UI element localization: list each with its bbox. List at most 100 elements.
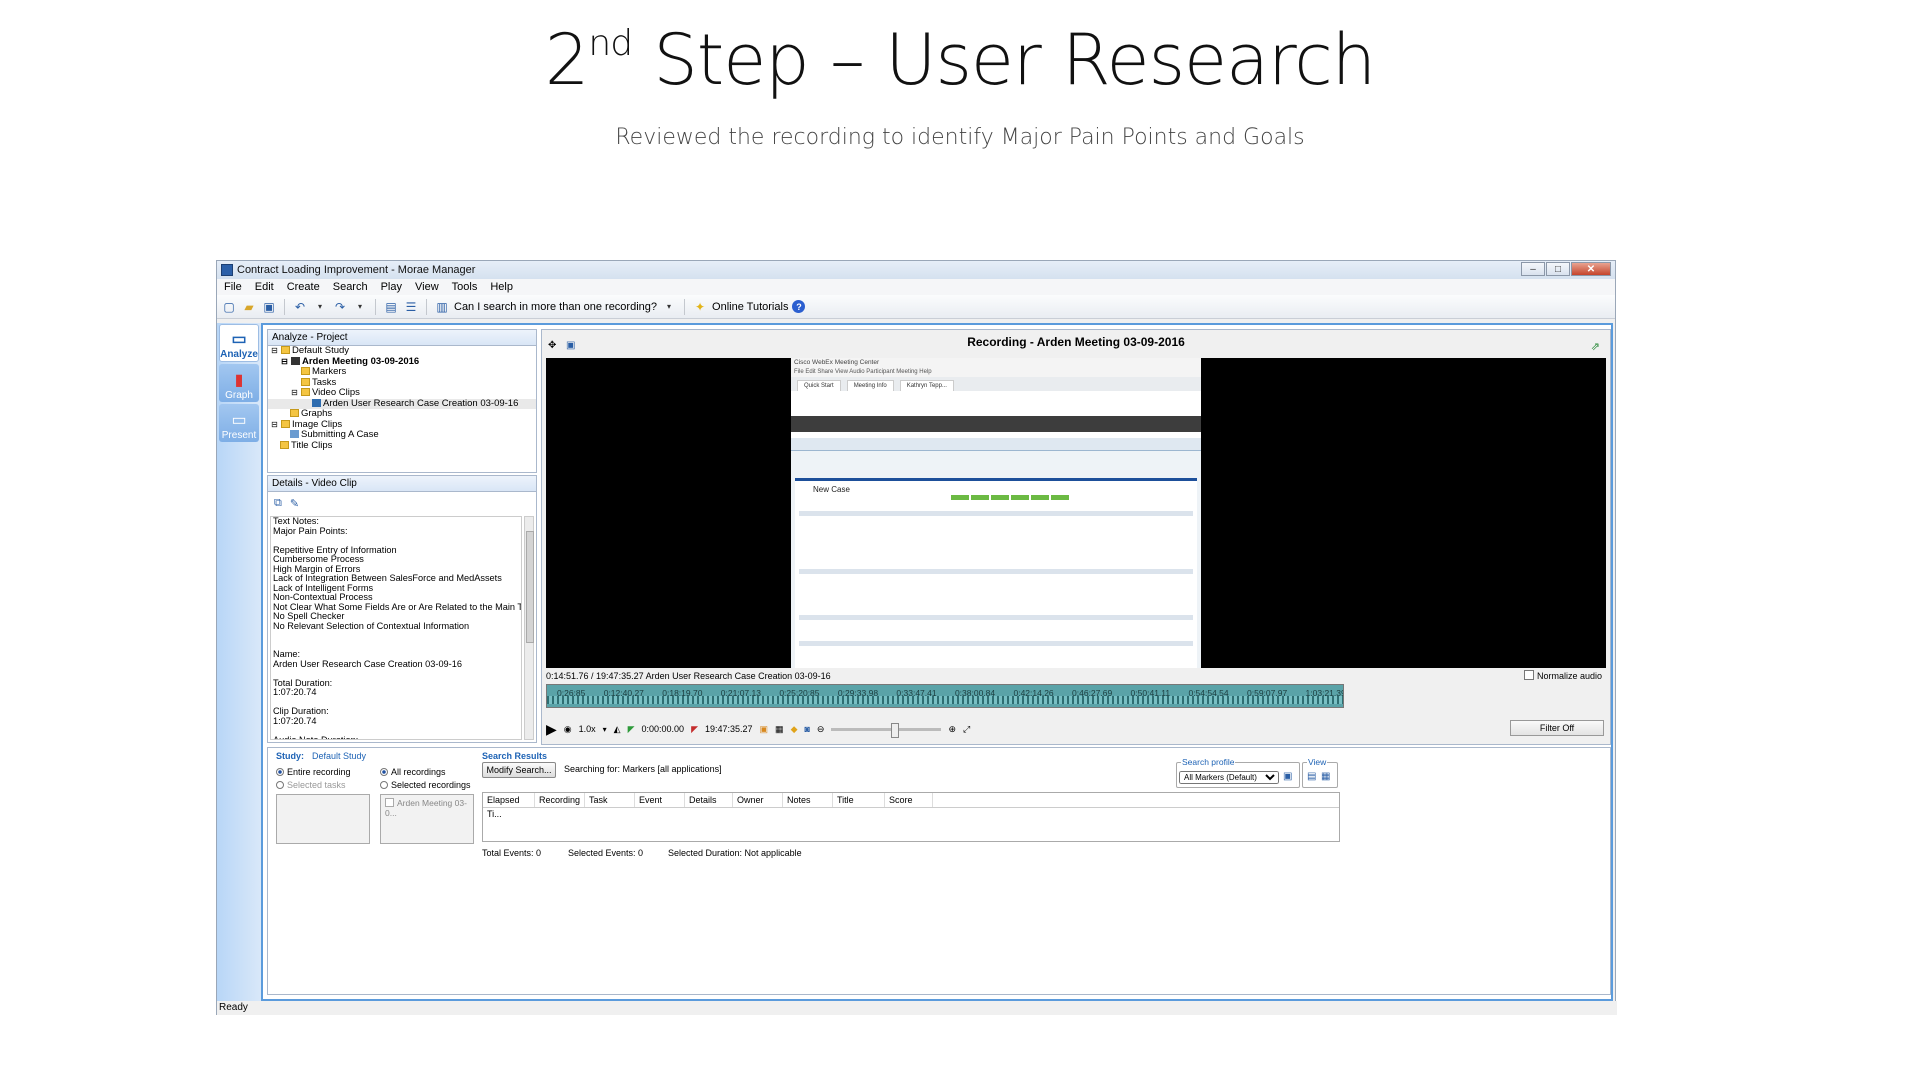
study-value[interactable]: Default Study <box>312 751 366 761</box>
notes-scrollbar[interactable] <box>524 516 534 740</box>
col-owner[interactable]: Owner <box>733 793 783 807</box>
fit-icon[interactable]: ⤢ <box>963 724 970 735</box>
scene-icon[interactable]: ◭ <box>614 724 621 735</box>
start-flag-icon[interactable]: ◤ <box>628 724 635 735</box>
app-icon <box>221 264 233 276</box>
graph-button[interactable]: ▮ Graph <box>219 364 259 402</box>
playback-position: 0:14:51.76 / 19:47:35.27 Arden User Rese… <box>546 671 831 681</box>
zoom-in-icon[interactable]: ⊕ <box>948 724 956 735</box>
film-icon[interactable]: ▦ <box>775 724 784 735</box>
clip-icon[interactable]: ▣ <box>760 724 769 735</box>
all-recordings-radio[interactable]: All recordings <box>380 767 446 777</box>
study-label: Study: <box>276 751 304 761</box>
end-flag-icon[interactable]: ◤ <box>691 724 698 735</box>
close-button[interactable]: ✕ <box>1571 262 1611 276</box>
entire-recording-radio[interactable]: Entire recording <box>276 767 351 777</box>
col-recording[interactable]: Recording <box>535 793 585 807</box>
maximize-button[interactable]: □ <box>1546 262 1570 276</box>
minimize-button[interactable]: – <box>1521 262 1545 276</box>
recording-checkbox-item[interactable]: Arden Meeting 03-0... <box>385 798 473 818</box>
slide-title: 2nd Step – User Research <box>544 19 1376 101</box>
camera-icon[interactable]: ◙ <box>804 724 809 734</box>
col-title[interactable]: Title <box>833 793 885 807</box>
tree-item-title-clips[interactable]: Title Clips <box>268 440 536 452</box>
normalize-audio-checkbox[interactable]: Normalize audio <box>1523 670 1602 682</box>
selected-recordings-radio[interactable]: Selected recordings <box>380 780 471 790</box>
col-task[interactable]: Task <box>585 793 635 807</box>
question-dropdown[interactable]: Can I search in more than one recording? <box>454 301 657 313</box>
menu-search[interactable]: Search <box>326 281 374 293</box>
search-profile-label: Search profile <box>1181 757 1236 767</box>
video-clip-icon <box>312 398 321 407</box>
recorder-icon[interactable]: ▤ <box>383 299 399 315</box>
col-score[interactable]: Score <box>885 793 933 807</box>
popout-icon[interactable]: ⇗ <box>1591 340 1600 353</box>
zoom-out-icon[interactable]: ⊖ <box>817 724 825 735</box>
new-file-icon[interactable]: ▢ <box>221 299 237 315</box>
total-events: Total Events: 0 <box>482 848 542 858</box>
speed-dropdown-icon[interactable]: ▾ <box>603 725 607 734</box>
tree-item-markers[interactable]: Markers <box>268 366 536 378</box>
selected-tasks-radio[interactable]: Selected tasks <box>276 780 346 790</box>
save-icon[interactable]: ▣ <box>261 299 277 315</box>
online-tutorials-link[interactable]: Online Tutorials <box>712 301 788 313</box>
undo-icon[interactable]: ↶ <box>292 299 308 315</box>
folder-icon <box>281 419 290 428</box>
undo-dropdown-icon[interactable]: ▾ <box>312 299 328 315</box>
redo-icon[interactable]: ↷ <box>332 299 348 315</box>
study-icon <box>281 346 290 354</box>
timeline[interactable]: 0:26:85 0:12:40.27 0:18:19.70 0:21:07.13… <box>546 684 1344 708</box>
edit-notes-icon[interactable]: ✎ <box>290 497 299 510</box>
clip-notes-text[interactable]: Text Notes: Major Pain Points: Repetitiv… <box>270 516 522 740</box>
search-profile-select[interactable]: All Markers (Default) <box>1179 771 1279 784</box>
menu-help[interactable]: Help <box>483 281 519 293</box>
col-details[interactable]: Details <box>685 793 733 807</box>
search-profile-group: Search profile All Markers (Default) ▣ <box>1176 757 1300 788</box>
help-icon[interactable]: ? <box>792 300 806 313</box>
save-profile-icon[interactable]: ▣ <box>1283 771 1292 782</box>
col-notes[interactable]: Notes <box>783 793 833 807</box>
tasks-list[interactable] <box>276 794 370 844</box>
col-elapsed-time[interactable]: Elapsed Ti... <box>483 793 535 819</box>
play-icon[interactable]: ▶ <box>546 721 557 738</box>
folder-icon <box>301 367 310 375</box>
copy-icon[interactable]: ⧉ <box>274 497 282 510</box>
open-folder-icon[interactable]: ▰ <box>241 299 257 315</box>
video-viewport[interactable]: Cisco WebEx Meeting Center File Edit Sha… <box>546 358 1606 668</box>
menu-view[interactable]: View <box>408 281 445 293</box>
end-time: 19:47:35.27 <box>704 724 753 734</box>
list-view-icon[interactable]: ▤ <box>1307 771 1316 782</box>
presentation-icon: ▭ <box>231 412 247 429</box>
marker-icon[interactable]: ◆ <box>791 724 798 735</box>
menu-file[interactable]: File <box>217 281 248 293</box>
tree-item-tasks[interactable]: Tasks <box>268 377 536 389</box>
thumbnail-view-icon[interactable]: ▦ <box>1321 771 1330 782</box>
menu-play[interactable]: Play <box>374 281 408 293</box>
folder-icon <box>280 440 289 449</box>
searching-for-text: Searching for: Markers [all applications… <box>564 764 722 774</box>
speed-dropdown[interactable]: 1.0x <box>579 724 596 734</box>
menu-edit[interactable]: Edit <box>248 281 280 293</box>
redo-dropdown-icon[interactable]: ▾ <box>352 299 368 315</box>
stop-icon[interactable]: ◉ <box>564 724 572 735</box>
selected-duration: Selected Duration: Not applicable <box>668 848 802 858</box>
modify-search-button[interactable]: Modify Search... <box>482 762 556 778</box>
properties-icon[interactable]: ☰ <box>403 299 419 315</box>
analyze-button[interactable]: ▭ Analyze <box>219 324 259 362</box>
present-button[interactable]: ▭ Present <box>219 404 259 442</box>
case-title: New Case <box>813 485 850 494</box>
tree-item-recording[interactable]: ⊟ Arden Meeting 03-09-2016 <box>268 356 536 368</box>
slide-subtitle: Reviewed the recording to identify Major… <box>615 125 1305 150</box>
help-book-icon[interactable]: ▥ <box>434 299 450 315</box>
menu-tools[interactable]: Tools <box>445 281 484 293</box>
recordings-list[interactable]: Arden Meeting 03-0... <box>380 794 474 844</box>
filter-dropdown[interactable]: Filter Off <box>1510 720 1604 736</box>
zoom-slider[interactable] <box>831 722 942 738</box>
menu-create[interactable]: Create <box>280 281 326 293</box>
search-panel: Study: Default Study Entire recording Se… <box>267 747 1611 995</box>
col-event[interactable]: Event <box>635 793 685 807</box>
title-bar: Contract Loading Improvement - Morae Man… <box>217 261 1615 279</box>
lightbulb-icon: ✦ <box>694 299 706 314</box>
toolbar: ▢ ▰ ▣ ↶ ▾ ↷ ▾ ▤ ☰ ▥ Can I search in more… <box>217 295 1615 319</box>
question-dropdown-icon[interactable]: ▾ <box>661 299 677 315</box>
